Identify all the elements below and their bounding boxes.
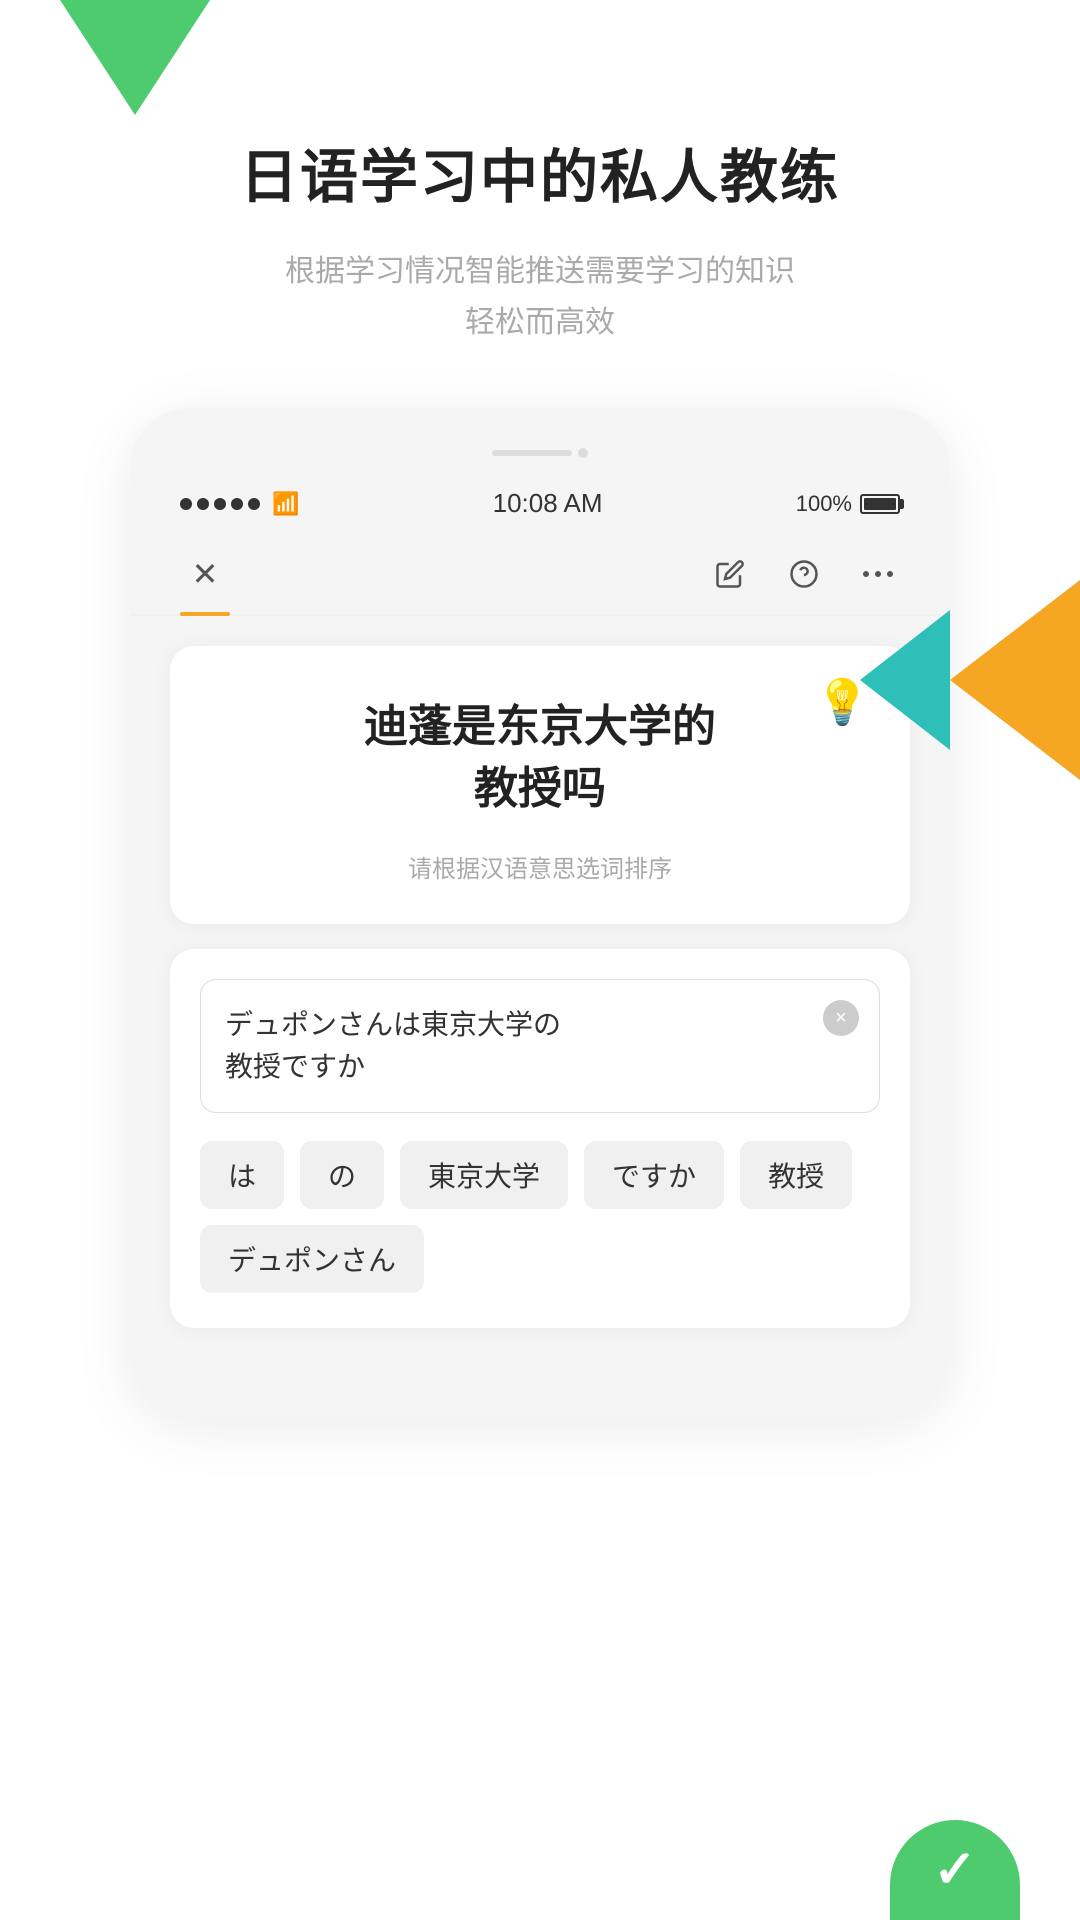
status-left: 📶 (180, 491, 299, 517)
more-button[interactable] (856, 552, 900, 596)
scroll-indicator (130, 448, 950, 458)
phone-mockup: 📶 10:08 AM 100% ✕ (130, 408, 950, 1418)
edit-button[interactable] (708, 552, 752, 596)
battery-fill (864, 498, 896, 510)
signal-dots (180, 498, 260, 510)
close-underline (180, 612, 230, 616)
question-text: 迪蓬是东京大学的教授吗 (210, 696, 870, 819)
battery-percent: 100% (796, 491, 852, 517)
status-right: 100% (796, 491, 900, 517)
close-button[interactable]: ✕ (180, 549, 230, 599)
answer-input-area[interactable]: デュポンさんは東京大学の教授ですか × (200, 979, 880, 1113)
answer-card: デュポンさんは東京大学の教授ですか × は の 東京大学 ですか 教授 デュポン… (170, 949, 910, 1328)
question-hint: 请根据汉语意思选词排序 (210, 849, 870, 884)
word-tile-2[interactable]: 東京大学 (400, 1141, 568, 1209)
word-tile-3[interactable]: ですか (584, 1141, 724, 1209)
word-tile-4[interactable]: 教授 (740, 1141, 852, 1209)
word-tile-0[interactable]: は (200, 1141, 284, 1209)
page-subtitle: 根据学习情况智能推送需要学习的知识轻松而高效 (285, 246, 795, 348)
word-tile-5[interactable]: デュポンさん (200, 1225, 424, 1293)
status-bar: 📶 10:08 AM 100% (130, 488, 950, 519)
status-time: 10:08 AM (299, 488, 795, 519)
toolbar-right (708, 552, 900, 596)
clear-input-button[interactable]: × (823, 1000, 859, 1036)
question-card: 💡 迪蓬是东京大学的教授吗 请根据汉语意思选词排序 (170, 646, 910, 924)
battery-icon (860, 494, 900, 514)
close-icon: ✕ (192, 555, 219, 593)
wifi-icon: 📶 (272, 491, 299, 517)
orange-triangle (950, 580, 1080, 780)
scroll-dot (578, 448, 588, 458)
answer-input-text: デュポンさんは東京大学の教授ですか (225, 1004, 855, 1088)
clear-icon: × (835, 1007, 847, 1030)
scroll-line (492, 450, 572, 456)
app-toolbar: ✕ (130, 539, 950, 616)
help-button[interactable] (782, 552, 826, 596)
top-triangle-decoration (60, 0, 210, 115)
word-tile-1[interactable]: の (300, 1141, 384, 1209)
teal-triangle (860, 610, 950, 750)
check-button[interactable] (890, 1820, 1020, 1920)
page-title: 日语学习中的私人教练 (240, 130, 840, 214)
word-tiles-container: は の 東京大学 ですか 教授 デュポンさん (200, 1141, 880, 1293)
